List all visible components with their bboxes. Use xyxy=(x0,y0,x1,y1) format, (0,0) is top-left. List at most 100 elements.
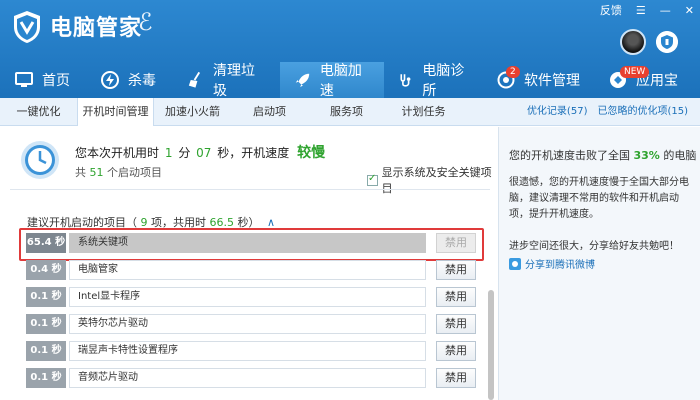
monitor-icon xyxy=(15,72,33,87)
ranking-percent: 33% xyxy=(633,149,660,162)
startup-list: 65.4 秒 系统关键项 禁用 0.4 秒 电脑管家 禁用 0.1 秒 Inte… xyxy=(26,233,476,395)
checkbox-label: 显示系统及安全关键项目 xyxy=(381,166,492,195)
list-item[interactable]: 0.1 秒 Intel显卡程序 禁用 xyxy=(26,287,476,307)
section-prefix: 建议开机启动的项目（ xyxy=(27,216,137,229)
tab-boot-time[interactable]: 开机时间管理 xyxy=(77,98,154,126)
avatar[interactable] xyxy=(620,29,646,55)
menu-icon[interactable]: ☰ xyxy=(636,4,646,17)
nav-label: 杀毒 xyxy=(128,73,156,89)
nav-label: 电脑诊所 xyxy=(422,63,465,99)
nav-label: 软件管理 xyxy=(524,73,580,89)
item-time: 0.1 秒 xyxy=(26,314,66,334)
tab-rocket[interactable]: 加速小火箭 xyxy=(154,98,231,125)
summary-text: 您本次开机用时 xyxy=(75,146,160,160)
stethoscope-icon xyxy=(400,74,411,87)
item-time: 0.4 秒 xyxy=(26,260,66,280)
tab-tasks[interactable]: 计划任务 xyxy=(385,98,462,125)
boot-time-summary: 您本次开机用时 1 分 07 秒，开机速度 较慢 xyxy=(75,142,325,162)
app-title: 电脑管家 xyxy=(50,16,143,41)
item-name: 电脑管家 xyxy=(69,260,426,280)
ranking-panel: 您的开机速度击败了全国 33% 的电脑 很遗憾，您的开机速度慢于全国大部分电脑，… xyxy=(498,127,700,400)
tab-startup[interactable]: 启动项 xyxy=(231,98,308,125)
item-name: Intel显卡程序 xyxy=(69,287,426,307)
second-unit: 秒，开机速度 xyxy=(217,146,290,160)
nav-label: 电脑加速 xyxy=(319,63,362,99)
sub-links: 优化记录(57) 已忽略的优化项(15) xyxy=(527,98,688,126)
item-time: 65.4 秒 xyxy=(26,233,66,253)
list-item[interactable]: 0.1 秒 英特尔芯片驱动 禁用 xyxy=(26,314,476,334)
list-item[interactable]: 0.1 秒 瑞昱声卡特性设置程序 禁用 xyxy=(26,341,476,361)
clock-icon xyxy=(21,141,59,179)
optimize-history-link[interactable]: 优化记录(57) xyxy=(527,98,588,126)
rocket-icon xyxy=(295,73,310,88)
show-system-items-checkbox[interactable]: 显示系统及安全关键项目 xyxy=(367,164,498,196)
disable-button[interactable]: 禁用 xyxy=(436,314,476,334)
shield-logo-icon xyxy=(14,11,40,43)
disable-button[interactable]: 禁用 xyxy=(436,260,476,280)
ranking-suffix: 的电脑 xyxy=(663,149,697,162)
weibo-label: 分享到腾讯微博 xyxy=(525,260,595,271)
share-weibo-link[interactable]: 分享到腾讯微博 xyxy=(509,256,595,271)
disable-button[interactable]: 禁用 xyxy=(436,287,476,307)
nav-software[interactable]: 2 软件管理 xyxy=(482,62,594,98)
nav-antivirus[interactable]: 杀毒 xyxy=(86,62,172,98)
item-name: 英特尔芯片驱动 xyxy=(69,314,426,334)
boot-minutes: 1 xyxy=(164,146,173,160)
item-name: 音频芯片驱动 xyxy=(69,368,426,388)
item-time: 0.1 秒 xyxy=(26,368,66,388)
lightning-icon xyxy=(101,71,119,89)
minute-unit: 分 xyxy=(178,146,191,160)
ranking-prefix: 您的开机速度击败了全国 xyxy=(509,149,630,162)
list-item[interactable]: 65.4 秒 系统关键项 禁用 xyxy=(26,233,476,253)
item-name: 瑞昱声卡特性设置程序 xyxy=(69,341,426,361)
list-item[interactable]: 0.1 秒 音频芯片驱动 禁用 xyxy=(26,368,476,388)
nav-clinic[interactable]: 电脑诊所 xyxy=(384,62,482,99)
disable-button[interactable]: 禁用 xyxy=(436,341,476,361)
disable-button[interactable]: 禁用 xyxy=(436,233,476,253)
ignored-items-link[interactable]: 已忽略的优化项(15) xyxy=(597,98,688,126)
nav-label: 清理垃圾 xyxy=(212,63,255,99)
count-suffix: 个启动项目 xyxy=(107,166,162,179)
software-badge: 2 xyxy=(506,66,520,78)
item-name: 系统关键项 xyxy=(69,233,426,253)
count-prefix: 共 xyxy=(75,166,86,179)
tab-services[interactable]: 服务项 xyxy=(308,98,385,125)
section-mid: 项，共用时 xyxy=(151,216,206,229)
share-prompt: 进步空间还很大，分享给好友共勉吧！ xyxy=(509,241,679,252)
sub-tabs: 一键优化 开机时间管理 加速小火箭 启动项 服务项 计划任务 优化记录(57) … xyxy=(0,98,700,126)
section-title: 建议开机启动的项目（ 9 项，共用时 66.5 秒） ∧ xyxy=(27,214,275,230)
main-nav: 首页 杀毒 清理垃圾 电脑加速 电脑诊所 2 软件管理 NEW 应用宝 xyxy=(0,62,700,99)
tab-one-click[interactable]: 一键优化 xyxy=(0,98,77,125)
weibo-icon xyxy=(509,257,521,270)
new-badge: NEW xyxy=(620,66,650,78)
window-controls: 反馈 ☰ — ✕ xyxy=(600,2,694,18)
nav-app-store[interactable]: NEW 应用宝 xyxy=(594,62,700,98)
close-icon[interactable]: ✕ xyxy=(685,4,694,17)
ranking-title: 您的开机速度击败了全国 33% 的电脑 xyxy=(509,147,696,163)
boot-seconds: 07 xyxy=(196,146,212,160)
boot-speed-rating: 较慢 xyxy=(297,145,326,161)
nav-cleanup[interactable]: 清理垃圾 xyxy=(172,62,280,99)
title-bar: 电脑管家 ℰ 反馈 ☰ — ✕ 首页 杀毒 清理垃圾 电脑加速 电脑诊所 2 软… xyxy=(0,0,700,108)
startup-count: 共 51 个启动项目 xyxy=(75,164,162,180)
divider xyxy=(10,189,490,190)
item-time: 0.1 秒 xyxy=(26,341,66,361)
startup-panel: 您本次开机用时 1 分 07 秒，开机速度 较慢 共 51 个启动项目 显示系统… xyxy=(0,127,498,400)
security-shield-icon[interactable] xyxy=(656,31,678,53)
nav-label: 首页 xyxy=(42,73,70,89)
checkbox-icon[interactable] xyxy=(367,173,378,186)
collapse-icon[interactable]: ∧ xyxy=(267,216,275,229)
nav-home[interactable]: 首页 xyxy=(0,62,86,98)
list-item[interactable]: 0.4 秒 电脑管家 禁用 xyxy=(26,260,476,280)
section-time: 66.5 xyxy=(209,216,235,229)
scrollbar[interactable] xyxy=(488,290,494,400)
disable-button[interactable]: 禁用 xyxy=(436,368,476,388)
startup-count-value: 51 xyxy=(89,166,104,179)
ranking-description: 很遗憾，您的开机速度慢于全国大部分电脑，建议清理不常用的软件和开机启动项，提升开… xyxy=(509,177,689,220)
minimize-icon[interactable]: — xyxy=(660,4,671,17)
nav-speedup[interactable]: 电脑加速 xyxy=(280,62,384,99)
broom-icon xyxy=(188,71,201,88)
feedback-link[interactable]: 反馈 xyxy=(600,2,622,18)
item-time: 0.1 秒 xyxy=(26,287,66,307)
section-count: 9 xyxy=(140,216,148,229)
